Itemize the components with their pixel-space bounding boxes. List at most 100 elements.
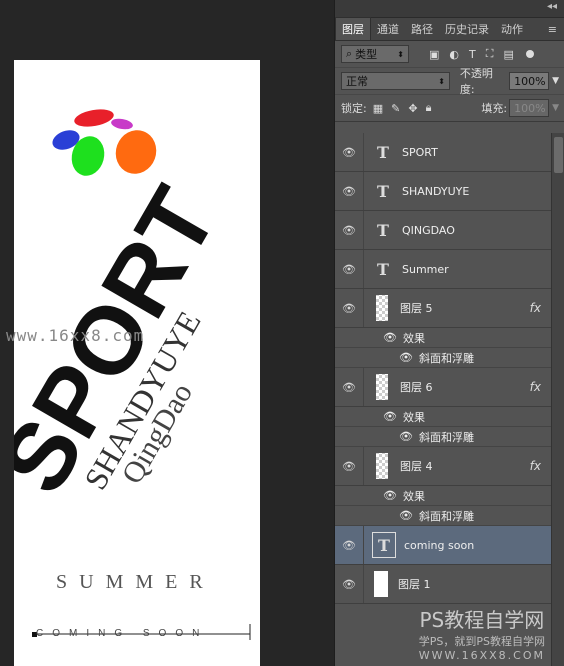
text-layer-icon: T — [377, 220, 389, 240]
visibility-eye-icon[interactable]: 👁︎ — [383, 410, 397, 423]
fx-icon[interactable]: fx — [530, 459, 541, 473]
text-layer-icon: T — [377, 142, 389, 162]
chevron-updown-icon: ⬍ — [438, 76, 445, 86]
effect-row[interactable]: 👁︎ 斜面和浮雕 — [335, 427, 551, 447]
lock-all-icon[interactable]: 🔒︎ — [426, 101, 432, 115]
layer-thumbnail — [376, 374, 388, 400]
layer-name[interactable]: 图层 1 — [398, 576, 431, 592]
text-layer-icon: T — [377, 259, 389, 279]
opacity-input[interactable]: 100% — [509, 72, 550, 90]
visibility-eye-icon[interactable]: 👁︎ — [399, 509, 413, 522]
filter-smart-icon[interactable]: ▤ — [503, 48, 513, 61]
effect-row[interactable]: 👁︎ 斜面和浮雕 — [335, 348, 551, 368]
effects-row[interactable]: 👁︎ 效果 — [335, 328, 551, 348]
visibility-eye-icon[interactable]: 👁︎ — [335, 302, 363, 315]
panel-tabs: 图层 通道 路径 历史记录 动作 ≡ — [335, 17, 564, 41]
visibility-eye-icon[interactable]: 👁︎ — [335, 539, 363, 552]
watermark: PS教程自学网 学PS，就到PS教程自学网 WWW.16XX8.COM — [419, 604, 545, 662]
effects-row[interactable]: 👁︎ 效果 — [335, 486, 551, 506]
fx-icon[interactable]: fx — [530, 380, 541, 394]
fill-input[interactable]: 100% — [509, 99, 550, 117]
lock-transparent-icon[interactable]: ▦ — [373, 102, 383, 115]
visibility-eye-icon[interactable]: 👁︎ — [335, 578, 363, 591]
filter-pixel-icon[interactable]: ▣ — [429, 48, 439, 61]
layer-row[interactable]: 👁︎ T Summer — [335, 250, 551, 289]
visibility-eye-icon[interactable]: 👁︎ — [399, 351, 413, 364]
effect-row[interactable]: 👁︎ 斜面和浮雕 — [335, 506, 551, 526]
layer-name[interactable]: coming soon — [404, 539, 474, 552]
layer-name[interactable]: 图层 6 — [400, 379, 433, 395]
visibility-eye-icon[interactable]: 👁︎ — [335, 460, 363, 473]
lock-row: 锁定: ▦ ✎ ✥ 🔒︎ 填充: 100% ▼ — [335, 95, 564, 122]
layer-row-selected[interactable]: 👁︎ T coming soon — [335, 526, 551, 565]
watermark-url: WWW.16XX8.COM — [418, 649, 545, 662]
tab-layers[interactable]: 图层 — [335, 17, 371, 40]
layer-row[interactable]: 👁︎ 图层 1 — [335, 565, 551, 604]
chevron-updown-icon: ⬍ — [397, 49, 404, 59]
layers-scrollbar[interactable] — [551, 133, 564, 666]
layer-name[interactable]: SPORT — [402, 146, 438, 159]
layer-name[interactable]: Summer — [402, 263, 449, 276]
visibility-eye-icon[interactable]: 👁︎ — [383, 489, 397, 502]
layer-row[interactable]: 👁︎ T SHANDYUYE — [335, 172, 551, 211]
effects-label: 效果 — [402, 410, 425, 424]
tab-history[interactable]: 历史记录 — [439, 18, 495, 40]
fill-value: 100% — [514, 101, 546, 115]
art-coming-soon: COMING SOON — [36, 628, 208, 639]
visibility-eye-icon[interactable]: 👁︎ — [399, 430, 413, 443]
collapse-icon[interactable]: ◂◂ — [547, 1, 557, 12]
layer-thumbnail — [374, 571, 388, 597]
layer-name[interactable]: 图层 4 — [400, 458, 433, 474]
chevron-down-icon[interactable]: ▼ — [552, 103, 559, 113]
effect-label: 斜面和浮雕 — [418, 351, 474, 365]
lock-paint-icon[interactable]: ✎ — [391, 102, 400, 115]
tab-paths[interactable]: 路径 — [405, 18, 439, 40]
panel-header: ◂◂ — [335, 0, 564, 18]
filter-row: ⌕ 类型 ⬍ ▣ ◐ T ⛶ ▤ — [335, 41, 564, 68]
effects-label: 效果 — [402, 489, 425, 503]
visibility-eye-icon[interactable]: 👁︎ — [383, 331, 397, 344]
layer-thumbnail — [376, 453, 388, 479]
opacity-label: 不透明度: — [459, 67, 493, 96]
layer-row[interactable]: 👁︎ T QINGDAO — [335, 211, 551, 250]
layer-name[interactable]: QINGDAO — [402, 224, 455, 237]
art-summer: SUMMER — [56, 571, 215, 593]
chevron-down-icon[interactable]: ▼ — [552, 76, 559, 86]
visibility-eye-icon[interactable]: 👁︎ — [335, 146, 363, 159]
layer-name[interactable]: 图层 5 — [400, 300, 433, 316]
document-canvas[interactable]: SPORT SHANDYUYE QingDao SUMMER COMING SO… — [14, 60, 260, 666]
visibility-eye-icon[interactable]: 👁︎ — [335, 224, 363, 237]
layer-thumbnail — [376, 295, 388, 321]
layers-list: 👁︎ T SPORT 👁︎ T SHANDYUYE 👁︎ T QINGDAO 👁… — [335, 133, 551, 666]
visibility-eye-icon[interactable]: 👁︎ — [335, 381, 363, 394]
filter-select[interactable]: ⌕ 类型 ⬍ — [341, 45, 409, 63]
canvas-area[interactable]: SPORT SHANDYUYE QingDao SUMMER COMING SO… — [0, 0, 334, 666]
filter-label: 类型 — [355, 48, 378, 61]
scrollbar-thumb[interactable] — [554, 137, 563, 173]
text-layer-icon: T — [377, 181, 389, 201]
effects-row[interactable]: 👁︎ 效果 — [335, 407, 551, 427]
watermark-subtitle: 学PS，就到PS教程自学网 — [418, 635, 545, 648]
visibility-eye-icon[interactable]: 👁︎ — [335, 185, 363, 198]
tab-actions[interactable]: 动作 — [495, 18, 529, 40]
lock-move-icon[interactable]: ✥ — [408, 102, 417, 115]
fill-label: 填充: — [481, 102, 508, 115]
filter-text-icon[interactable]: T — [469, 48, 476, 61]
filter-adjust-icon[interactable]: ◐ — [449, 48, 459, 61]
overlay-watermark-text: www.16xx8.com — [6, 326, 145, 345]
fx-icon[interactable]: fx — [530, 301, 541, 315]
layer-name[interactable]: SHANDYUYE — [402, 185, 469, 198]
layer-row[interactable]: 👁︎ T SPORT — [335, 133, 551, 172]
blend-mode-select[interactable]: 正常 ⬍ — [341, 72, 450, 90]
effect-label: 斜面和浮雕 — [418, 509, 474, 523]
layer-row[interactable]: 👁︎ 图层 6 fx — [335, 368, 551, 407]
filter-shape-icon[interactable]: ⛶ — [486, 47, 494, 61]
blend-mode-value: 正常 — [346, 75, 368, 88]
text-layer-icon: T — [372, 532, 396, 558]
panel-menu-icon[interactable]: ≡ — [548, 23, 557, 36]
filter-toggle-icon[interactable] — [525, 50, 534, 58]
visibility-eye-icon[interactable]: 👁︎ — [335, 263, 363, 276]
layer-row[interactable]: 👁︎ 图层 5 fx — [335, 289, 551, 328]
layer-row[interactable]: 👁︎ 图层 4 fx — [335, 447, 551, 486]
tab-channels[interactable]: 通道 — [371, 18, 405, 40]
